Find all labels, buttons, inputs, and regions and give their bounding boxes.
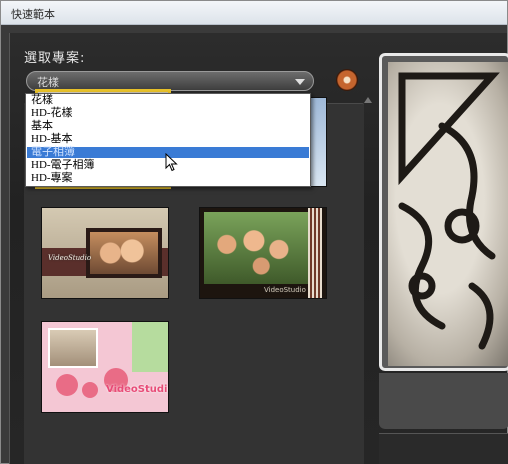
preview-ornament	[398, 72, 500, 350]
scroll-up-arrow-icon[interactable]	[364, 97, 372, 103]
quick-template-window: 快速範本 選取專案: 花樣 VideoStudio VideoStudio Vi…	[0, 0, 508, 464]
dropdown-option[interactable]: HD-專案	[27, 173, 309, 184]
title-bar[interactable]: 快速範本	[1, 1, 507, 25]
template-settings-icon[interactable]	[336, 69, 358, 91]
thumbnail-dot	[56, 374, 78, 396]
project-category-select[interactable]: 花樣	[26, 71, 314, 91]
thumbnail-stripes	[308, 208, 322, 298]
template-thumbnail-4[interactable]: VideoStudio	[199, 207, 327, 299]
dropdown-option[interactable]: 基本	[27, 121, 309, 132]
thumbnail-photo	[86, 228, 162, 278]
thumbnail-green-block	[132, 322, 168, 372]
preview-controls-area	[379, 373, 508, 429]
bottom-strip	[379, 433, 508, 464]
template-thumbnail-3[interactable]: VideoStudio	[41, 207, 169, 299]
dropdown-option[interactable]: HD-基本	[27, 134, 309, 145]
select-project-label: 選取專案:	[24, 51, 86, 66]
thumbnail-photo	[204, 212, 308, 284]
chevron-down-icon	[295, 79, 305, 85]
project-category-value: 花樣	[37, 76, 59, 89]
thumbnail-dot	[82, 382, 98, 398]
thumbnail-brand-text: VideoStudio	[264, 286, 306, 294]
dropdown-option[interactable]: HD-花樣	[27, 108, 309, 119]
dropdown-option[interactable]: 花樣	[27, 95, 309, 106]
template-preview	[379, 53, 508, 371]
thumbnail-photo	[48, 328, 98, 368]
template-thumbnail-5[interactable]: VideoStudio	[41, 321, 169, 413]
mouse-pointer-icon	[165, 153, 178, 172]
thumbnail-brand-text: VideoStudio	[106, 384, 169, 395]
window-title: 快速範本	[11, 8, 55, 21]
thumbnail-brand-text: VideoStudio	[48, 254, 92, 262]
